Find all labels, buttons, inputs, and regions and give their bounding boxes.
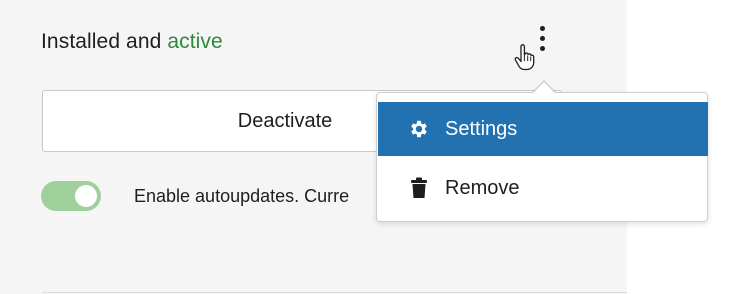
status-active-label: active (167, 30, 223, 53)
kebab-dot (539, 26, 545, 31)
menu-item-remove[interactable]: Remove (378, 161, 708, 215)
menu-item-settings[interactable]: Settings (378, 102, 708, 156)
trash-icon (407, 176, 431, 200)
plugin-status: Installed and active (41, 30, 223, 54)
menu-pointer-fill (532, 82, 556, 94)
gear-icon (407, 117, 431, 141)
divider (42, 292, 627, 293)
autoupdate-label: Enable autoupdates. Curre (134, 186, 350, 206)
kebab-dot (539, 46, 545, 51)
menu-item-label: Remove (445, 176, 520, 199)
dropdown-menu: Settings Remove (376, 92, 708, 222)
toggle-knob (75, 185, 97, 207)
hand-cursor-icon (513, 44, 537, 72)
autoupdate-toggle[interactable] (41, 181, 101, 211)
menu-item-label: Settings (445, 117, 518, 140)
kebab-dot (539, 36, 545, 41)
status-prefix: Installed and (41, 30, 162, 53)
